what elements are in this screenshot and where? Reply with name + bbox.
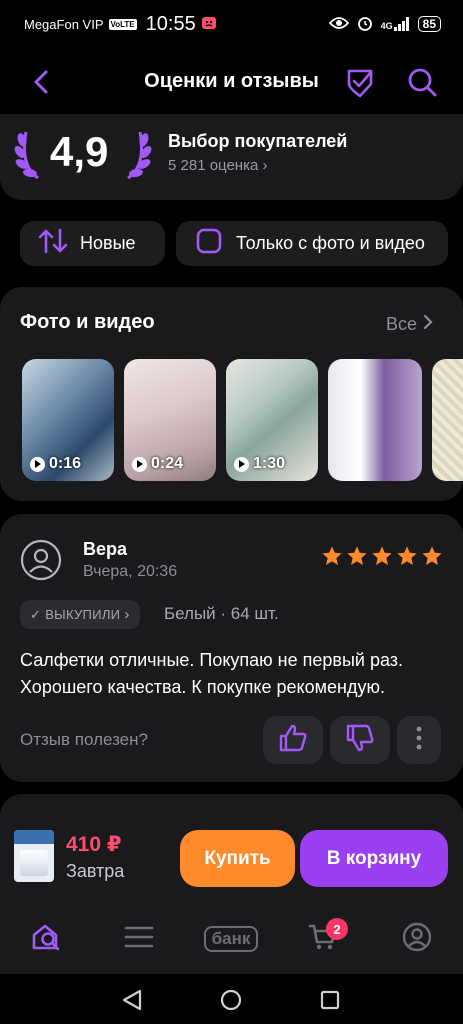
checkbox-icon[interactable] xyxy=(196,228,222,259)
rating-count-text: 5 281 оценка xyxy=(168,157,259,174)
check-icon: ✓ xyxy=(30,606,42,622)
header: Оценки и отзывы xyxy=(0,50,463,114)
star-icon xyxy=(372,546,392,565)
tab-catalog[interactable] xyxy=(122,922,156,956)
bought-label: ВЫКУПИЛИ xyxy=(45,607,121,622)
star-icon xyxy=(347,546,367,565)
media-all-label: Все xyxy=(385,314,417,334)
star-rating xyxy=(321,545,443,567)
network-type: 4G xyxy=(380,21,393,31)
chevron-right-icon: › xyxy=(262,157,268,174)
volte-badge: VoLTE xyxy=(108,18,137,30)
search-icon[interactable] xyxy=(406,66,438,98)
eye-icon xyxy=(328,16,349,33)
status-right: 4G 85 xyxy=(328,15,441,34)
media-thumb[interactable] xyxy=(328,359,422,481)
media-title: Фото и видео xyxy=(20,311,155,333)
duration-text: 0:24 xyxy=(151,455,184,472)
duration-text: 0:16 xyxy=(49,455,82,472)
status-bar: MegaFon VIP VoLTE 10:55 4G 85 xyxy=(0,0,463,48)
battery-indicator: 85 xyxy=(417,16,441,32)
buyers-choice-label: Выбор покупателей xyxy=(168,131,348,151)
thumbs-up-icon xyxy=(278,723,308,758)
reviewer-name: Вера xyxy=(83,539,128,559)
media-thumb[interactable] xyxy=(432,359,463,481)
bank-icon: банк xyxy=(203,926,259,952)
chevron-right-icon: › xyxy=(124,606,130,623)
profile-icon xyxy=(402,922,432,957)
duration-text: 1:30 xyxy=(253,455,286,472)
bank-label: банк xyxy=(211,929,251,948)
cart-badge: 2 xyxy=(326,918,348,940)
more-options-button[interactable] xyxy=(397,716,441,764)
carrier-name: MegaFon VIP xyxy=(24,16,104,32)
video-duration: 0:24 xyxy=(132,455,183,473)
clock: 10:55 xyxy=(145,12,196,35)
laurel-left-icon xyxy=(14,126,44,182)
media-thumb[interactable]: 1:30 xyxy=(226,359,318,481)
star-icon xyxy=(397,546,417,565)
status-left: MegaFon VIP VoLTE 10:55 xyxy=(24,13,217,36)
chevron-right-icon xyxy=(423,314,433,335)
play-icon xyxy=(30,456,45,472)
more-vertical-icon xyxy=(416,726,422,755)
helpful-label: Отзыв полезен? xyxy=(20,730,148,749)
laurel-right-icon xyxy=(122,126,152,182)
play-icon xyxy=(234,456,249,472)
alarm-icon xyxy=(357,15,373,34)
rating-value: 4,9 xyxy=(50,128,109,175)
sort-label: Новые xyxy=(80,233,136,253)
add-to-cart-button[interactable]: В корзину xyxy=(300,830,448,887)
video-duration: 0:16 xyxy=(30,455,81,473)
like-button[interactable] xyxy=(263,716,323,764)
tab-bank[interactable]: банк xyxy=(198,922,264,956)
shield-check-icon[interactable] xyxy=(344,66,376,98)
tab-home[interactable] xyxy=(30,922,64,956)
thumbs-down-icon xyxy=(345,723,375,758)
delivery-date: Завтра xyxy=(66,861,125,881)
rating-count[interactable]: 5 281 оценка › xyxy=(168,157,268,174)
notification-icon xyxy=(201,15,217,34)
product-variant: Белый · 64 шт. xyxy=(164,604,279,623)
media-all-link[interactable]: Все xyxy=(386,314,433,335)
media-thumb[interactable]: 0:24 xyxy=(124,359,216,481)
price: 410 ₽ xyxy=(66,833,122,856)
nav-home-icon[interactable] xyxy=(220,989,242,1016)
review-card: Вера Вчера, 20:36 ✓ ВЫКУПИЛИ › Белый · 6… xyxy=(0,514,463,782)
nav-recents-icon[interactable] xyxy=(320,990,340,1015)
play-icon xyxy=(132,456,147,472)
rating-summary[interactable]: 4,9 Выбор покупателей 5 281 оценка › xyxy=(0,114,463,200)
media-thumb[interactable]: 0:16 xyxy=(22,359,114,481)
system-navigation xyxy=(0,974,463,1024)
avatar-icon xyxy=(20,539,62,581)
tab-profile[interactable] xyxy=(400,922,434,956)
buy-now-button[interactable]: Купить xyxy=(180,830,295,887)
star-icon xyxy=(322,546,342,565)
sort-arrows-icon xyxy=(38,228,68,259)
page-title: Оценки и отзывы xyxy=(144,70,319,92)
home-search-icon xyxy=(31,922,63,957)
media-section: Фото и видео Все 0:16 0:24 1:30 xyxy=(0,287,463,501)
menu-icon xyxy=(124,925,154,954)
bottom-tabbar: банк xyxy=(0,904,463,974)
video-duration: 1:30 xyxy=(234,455,285,473)
bought-badge[interactable]: ✓ ВЫКУПИЛИ › xyxy=(20,600,140,629)
photo-only-label: Только с фото и видео xyxy=(236,233,425,253)
photo-only-filter[interactable]: Только с фото и видео xyxy=(176,221,448,266)
star-icon xyxy=(422,546,442,565)
review-text: Салфетки отличные. Покупаю не первый раз… xyxy=(20,650,404,697)
network-icon: 4G xyxy=(381,17,410,31)
sort-button[interactable]: Новые xyxy=(20,221,165,266)
review-date: Вчера, 20:36 xyxy=(83,563,178,580)
dislike-button[interactable] xyxy=(330,716,390,764)
product-thumbnail[interactable] xyxy=(14,830,54,882)
nav-back-icon[interactable] xyxy=(121,989,143,1016)
